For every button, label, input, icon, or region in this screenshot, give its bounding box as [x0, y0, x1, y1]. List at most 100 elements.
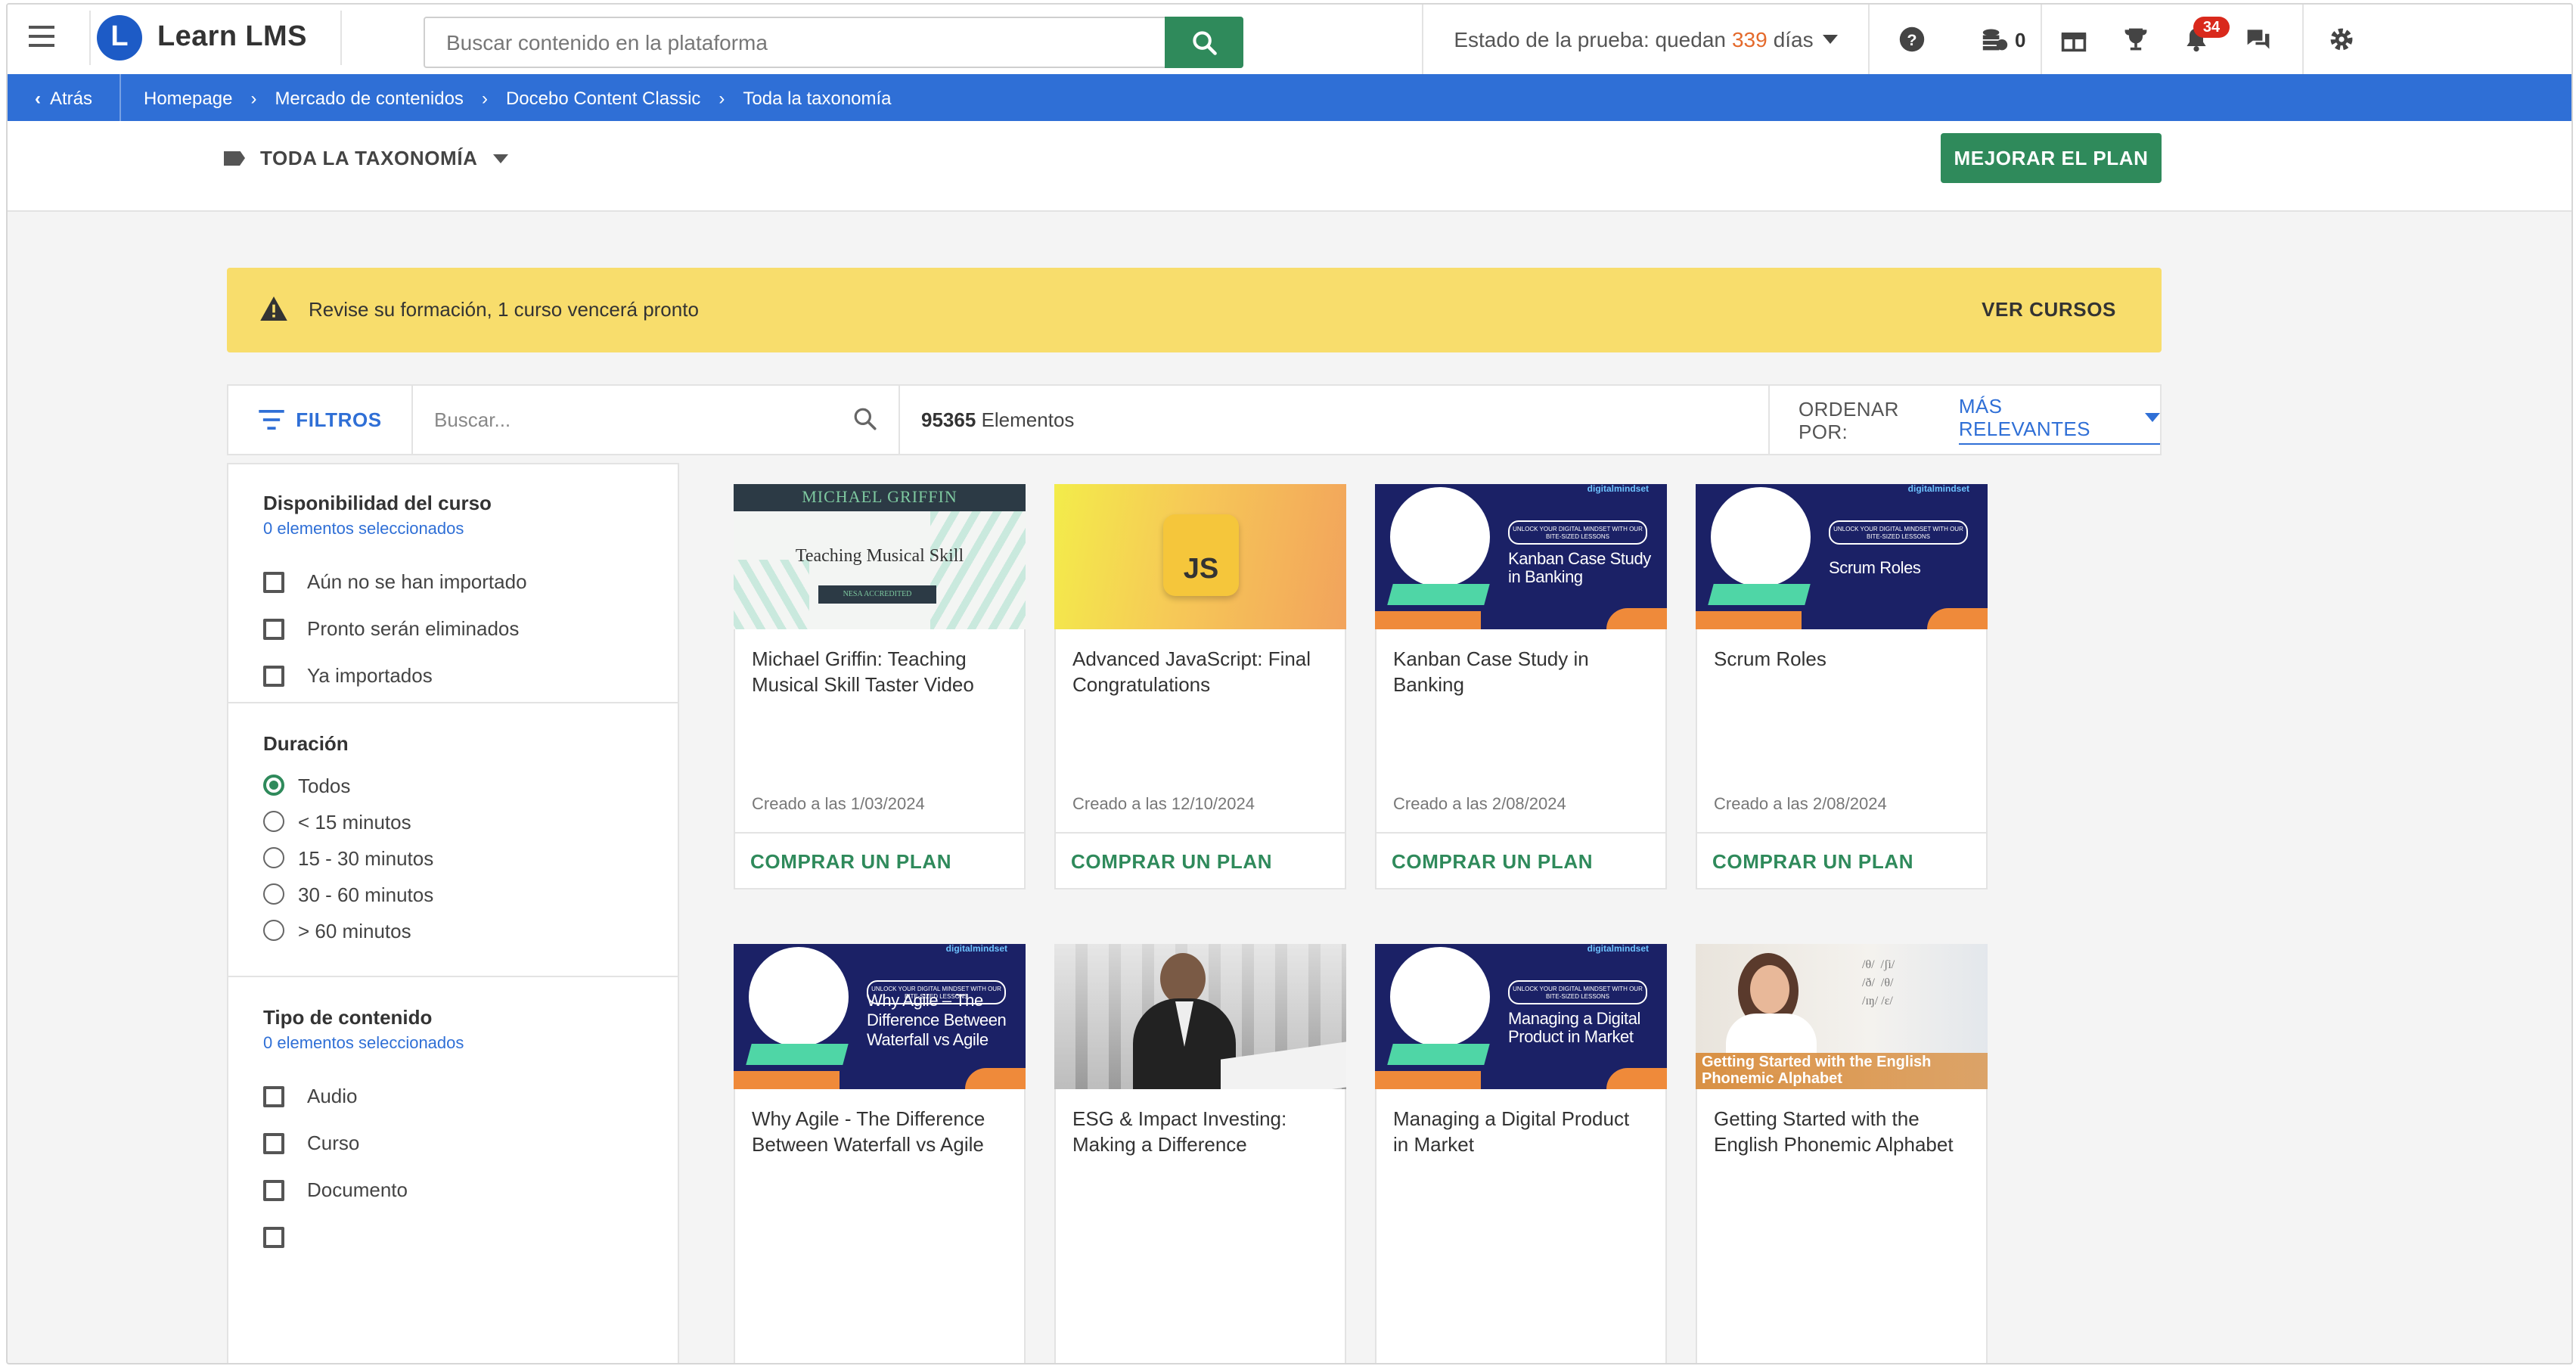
- filter-option[interactable]: 15 - 30 minutos: [263, 840, 643, 876]
- breadcrumb-item-homepage[interactable]: Homepage: [144, 87, 232, 108]
- back-button[interactable]: ‹ Atrás: [8, 74, 121, 121]
- warning-icon: [260, 296, 287, 321]
- catalog-search[interactable]: Buscar...: [411, 386, 900, 454]
- buy-plan-button[interactable]: COMPRAR UN PLAN: [735, 832, 1024, 889]
- sort-dropdown[interactable]: MÁS RELEVANTES: [1958, 395, 2160, 445]
- course-card[interactable]: digitalmindset UNLOCK YOUR DIGITAL MINDS…: [1696, 484, 1988, 889]
- checkbox[interactable]: [263, 571, 284, 592]
- option-label: Documento: [307, 1178, 408, 1201]
- course-title[interactable]: Scrum Roles: [1697, 646, 1986, 737]
- catalog-search-input[interactable]: Buscar...: [434, 408, 511, 431]
- course-card[interactable]: digitalmindset UNLOCK YOUR DIGITAL MINDS…: [1375, 484, 1667, 889]
- option-label: Audio: [307, 1085, 358, 1107]
- help-icon[interactable]: ?: [1897, 24, 1927, 54]
- gear-icon[interactable]: [2326, 24, 2357, 54]
- course-title[interactable]: ESG & Impact Investing: Making a Differe…: [1056, 1106, 1345, 1197]
- course-card[interactable]: digitalmindset UNLOCK YOUR DIGITAL MINDS…: [1375, 944, 1667, 1363]
- course-card[interactable]: MICHAEL GRIFFIN Teaching Musical Skill N…: [734, 484, 1026, 889]
- see-courses-button[interactable]: VER CURSOS: [1982, 298, 2116, 321]
- course-card[interactable]: digitalmindset UNLOCK YOUR DIGITAL MINDS…: [734, 944, 1026, 1363]
- filter-duration: Duración Todos < 15 minutos 15 - 30 minu…: [228, 703, 678, 977]
- thumb-text: Kanban Case Study in Banking: [1508, 551, 1651, 587]
- checkbox[interactable]: [263, 1226, 284, 1247]
- course-card[interactable]: ESG & Impact Investing: Making a Differe…: [1054, 944, 1346, 1363]
- course-title[interactable]: Michael Griffin: Teaching Musical Skill …: [735, 646, 1024, 737]
- filter-title: Tipo de contenido: [263, 1006, 433, 1029]
- filter-option[interactable]: Pronto serán eliminados: [263, 605, 643, 652]
- course-card[interactable]: JS Advanced JavaScript: Final Congratula…: [1054, 484, 1346, 889]
- chevron-right-icon: ›: [250, 87, 257, 108]
- breadcrumb-item-docebo[interactable]: Docebo Content Classic: [506, 87, 700, 108]
- filter-option[interactable]: Aún no se han importado: [263, 558, 643, 605]
- filter-option[interactable]: Audio: [263, 1073, 643, 1119]
- course-title[interactable]: Advanced JavaScript: Final Congratulatio…: [1056, 646, 1345, 737]
- chat-icon[interactable]: [2243, 24, 2273, 54]
- radio-selected[interactable]: [263, 775, 284, 796]
- menu-icon[interactable]: [29, 26, 54, 51]
- course-thumbnail: MICHAEL GRIFFIN Teaching Musical Skill N…: [734, 484, 1026, 629]
- trial-suffix: días: [1773, 27, 1814, 51]
- tag-icon: [224, 151, 245, 166]
- radio[interactable]: [263, 920, 284, 941]
- search-icon[interactable]: [853, 407, 877, 431]
- chevron-down-icon: [2145, 413, 2160, 422]
- thumb-text: digitalmindset: [1587, 945, 1649, 955]
- checkbox[interactable]: [263, 1179, 284, 1200]
- course-date: Creado a las 12/10/2024: [1072, 796, 1255, 814]
- chevron-right-icon: ›: [718, 87, 725, 108]
- option-label: > 60 minutos: [298, 919, 411, 942]
- back-label: Atrás: [49, 87, 92, 108]
- chevron-down-icon: [492, 154, 508, 163]
- global-search[interactable]: Buscar contenido en la plataforma: [424, 17, 1243, 68]
- course-thumbnail: digitalmindset UNLOCK YOUR DIGITAL MINDS…: [1375, 944, 1667, 1089]
- browser-frame: L Learn LMS Buscar contenido en la plata…: [6, 3, 2573, 1364]
- taxonomy-selector[interactable]: TODA LA TAXONOMÍA: [224, 147, 508, 169]
- course-title[interactable]: Kanban Case Study in Banking: [1376, 646, 1665, 737]
- thumb-text: UNLOCK YOUR DIGITAL MINDSET WITH OUR BIT…: [1829, 520, 1968, 545]
- thumb-text: Getting Started with the English Phonemi…: [1702, 1054, 1932, 1088]
- app-logo[interactable]: L Learn LMS: [89, 11, 342, 65]
- buy-plan-button[interactable]: COMPRAR UN PLAN: [1697, 832, 1986, 889]
- filter-option[interactable]: > 60 minutos: [263, 912, 643, 948]
- option-label: 15 - 30 minutos: [298, 846, 434, 869]
- result-count-value: 95365: [921, 408, 976, 431]
- course-title[interactable]: Why Agile - The Difference Between Water…: [735, 1106, 1024, 1197]
- global-search-input[interactable]: Buscar contenido en la plataforma: [446, 30, 768, 54]
- notification-badge: 34: [2193, 17, 2230, 38]
- buy-plan-button[interactable]: COMPRAR UN PLAN: [1376, 832, 1665, 889]
- filters-button[interactable]: FILTROS: [228, 386, 413, 454]
- checkbox[interactable]: [263, 618, 284, 639]
- filter-option[interactable]: Documento: [263, 1166, 643, 1213]
- filter-option[interactable]: Ya importados: [263, 652, 643, 699]
- upgrade-plan-button[interactable]: MEJORAR EL PLAN: [1941, 133, 2162, 183]
- breadcrumb-item-taxonomy: Toda la taxonomía: [743, 87, 892, 108]
- filter-option[interactable]: < 15 minutos: [263, 803, 643, 840]
- search-button[interactable]: [1165, 17, 1243, 68]
- sort-value: MÁS RELEVANTES: [1958, 395, 2090, 440]
- filter-option[interactable]: Todos: [263, 767, 643, 803]
- breadcrumb-item-marketplace[interactable]: Mercado de contenidos: [275, 87, 464, 108]
- trial-status[interactable]: Estado de la prueba: quedan 339 días: [1422, 5, 1870, 74]
- filter-option[interactable]: Curso: [263, 1119, 643, 1166]
- filter-option[interactable]: 30 - 60 minutos: [263, 876, 643, 912]
- trophy-icon[interactable]: [2121, 24, 2151, 54]
- radio[interactable]: [263, 883, 284, 905]
- checkbox[interactable]: [263, 665, 284, 686]
- course-thumbnail: [1054, 944, 1346, 1089]
- radio[interactable]: [263, 847, 284, 868]
- thumb-text: Why Agile – The Difference Between Water…: [867, 992, 1007, 1050]
- gift-icon[interactable]: [2059, 24, 2089, 54]
- radio[interactable]: [263, 811, 284, 832]
- course-thumbnail: digitalmindset UNLOCK YOUR DIGITAL MINDS…: [1696, 484, 1988, 629]
- checkbox[interactable]: [263, 1085, 284, 1107]
- course-title[interactable]: Managing a Digital Product in Market: [1376, 1106, 1665, 1197]
- coins-icon[interactable]: [1980, 24, 2010, 54]
- option-label: 30 - 60 minutos: [298, 883, 434, 905]
- course-card[interactable]: /θ/ /ʃi//ð/ /θ//ɪŋ/ /ɛ/ Getting Started …: [1696, 944, 1988, 1363]
- buy-plan-button[interactable]: COMPRAR UN PLAN: [1056, 832, 1345, 889]
- thumb-text: digitalmindset: [1587, 486, 1649, 495]
- checkbox[interactable]: [263, 1132, 284, 1153]
- filter-option[interactable]: [263, 1213, 643, 1260]
- sort-control[interactable]: ORDENAR POR: MÁS RELEVANTES: [1768, 386, 2160, 454]
- course-title[interactable]: Getting Started with the English Phonemi…: [1697, 1106, 1986, 1197]
